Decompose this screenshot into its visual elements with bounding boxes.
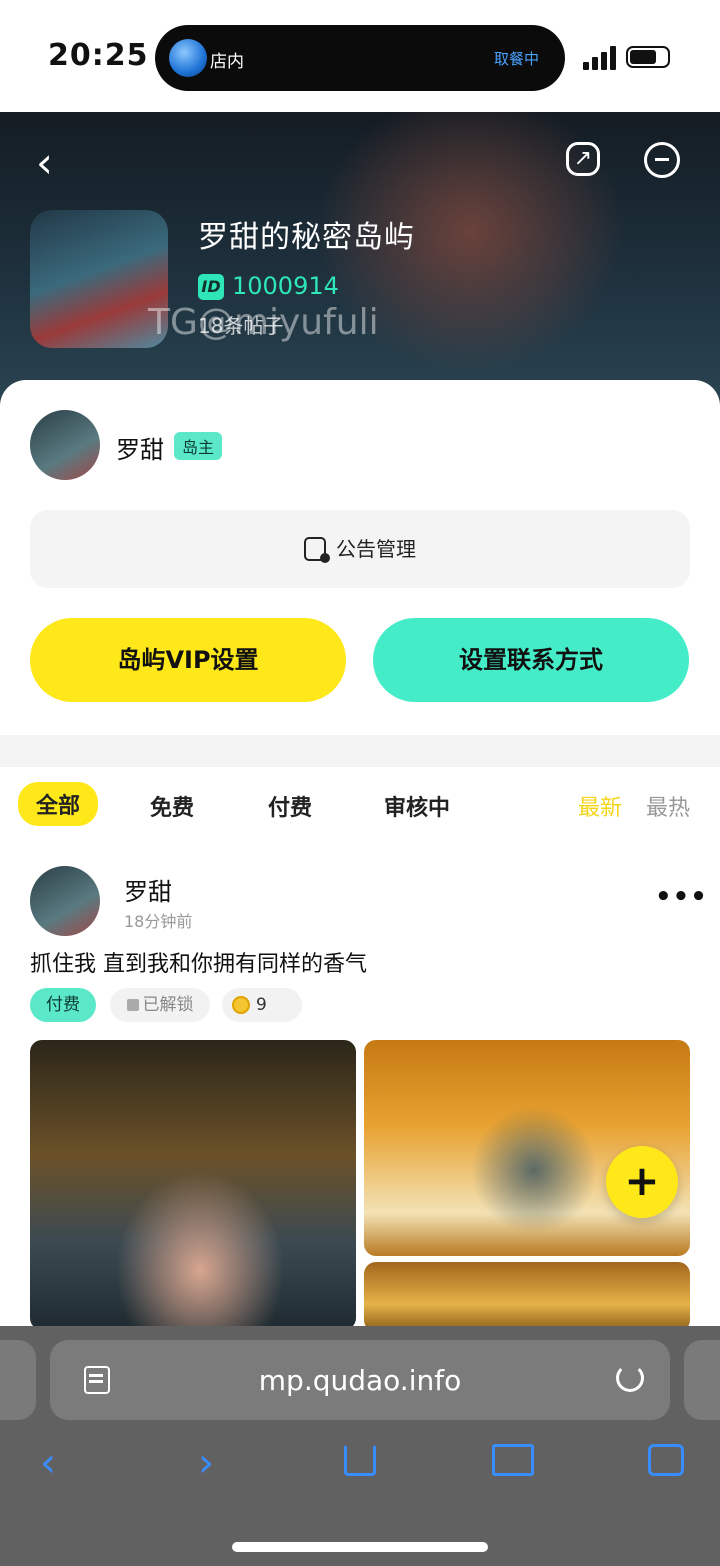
- next-tab-preview[interactable]: [684, 1340, 720, 1420]
- back-icon[interactable]: ‹: [36, 142, 53, 184]
- post-avatar[interactable]: [30, 866, 100, 936]
- notice-label: 公告管理: [336, 537, 416, 561]
- post-author: 罗甜: [124, 878, 172, 906]
- tabs-icon[interactable]: [648, 1444, 684, 1476]
- avatar[interactable]: [30, 410, 100, 480]
- sort-hottest[interactable]: 最热: [646, 790, 690, 822]
- battery-icon: [626, 46, 670, 68]
- owner-card: 罗甜 岛主 公告管理 岛屿VIP设置 设置联系方式: [0, 380, 720, 735]
- notice-icon: [304, 537, 330, 563]
- share-icon[interactable]: ↗: [566, 142, 600, 176]
- tab-free[interactable]: 免费: [150, 790, 194, 822]
- unlocked-tag: 已解锁: [110, 988, 210, 1022]
- notice-management-button[interactable]: 公告管理: [30, 510, 690, 588]
- dynamic-island[interactable]: 店内 取餐中: [155, 25, 565, 91]
- post-time: 18分钟前: [124, 912, 193, 931]
- back-nav-icon[interactable]: ‹: [40, 1440, 56, 1486]
- tab-paid[interactable]: 付费: [268, 790, 312, 822]
- id-value: 1000914: [232, 272, 339, 300]
- watermark: TG@miyufuli: [148, 302, 379, 343]
- status-bar: 20:25 店内 取餐中: [0, 0, 720, 112]
- island-id: ID 1000914: [198, 272, 339, 300]
- address-bar[interactable]: mp.qudao.info: [50, 1340, 670, 1420]
- reload-icon[interactable]: [616, 1364, 644, 1392]
- vip-settings-button[interactable]: 岛屿VIP设置: [30, 618, 346, 702]
- app-icon: [169, 39, 207, 77]
- clock: 20:25: [48, 38, 149, 73]
- tab-reviewing[interactable]: 审核中: [384, 790, 450, 822]
- bookmarks-icon[interactable]: [492, 1444, 534, 1476]
- tab-all[interactable]: 全部: [18, 782, 99, 826]
- more-icon[interactable]: •••: [655, 882, 708, 912]
- post-text: 抓住我 直到我和你拥有同样的香气: [30, 952, 367, 977]
- plus-icon[interactable]: +: [606, 1146, 678, 1218]
- price-tag: 9: [222, 988, 302, 1022]
- paid-tag: 付费: [30, 988, 96, 1022]
- id-badge: ID: [198, 274, 224, 300]
- island-left-text: 店内: [210, 52, 244, 72]
- coin-icon: [232, 996, 250, 1014]
- browser-toolbar: mp.qudao.info ‹ ›: [0, 1326, 720, 1566]
- share-sheet-icon[interactable]: [344, 1444, 376, 1476]
- sort-newest[interactable]: 最新: [578, 790, 622, 822]
- signal-icon: [583, 44, 617, 70]
- lock-icon: [126, 999, 139, 1011]
- exit-icon[interactable]: [644, 142, 680, 178]
- url-text: mp.qudao.info: [258, 1364, 462, 1397]
- island-right-text: 取餐中: [493, 50, 539, 68]
- forward-nav-icon[interactable]: ›: [198, 1440, 214, 1486]
- contact-settings-button[interactable]: 设置联系方式: [373, 618, 689, 702]
- divider: [0, 735, 720, 767]
- previous-tab-preview[interactable]: [0, 1340, 36, 1420]
- island-title: 罗甜的秘密岛屿: [198, 220, 415, 255]
- owner-name: 罗甜: [116, 436, 164, 464]
- home-indicator: [232, 1542, 488, 1552]
- post-photo-3[interactable]: [364, 1262, 690, 1332]
- owner-badge: 岛主: [174, 432, 223, 460]
- coin-value: 9: [256, 995, 267, 1015]
- unlocked-label: 已解锁: [142, 995, 194, 1015]
- post-photo-1[interactable]: [30, 1040, 356, 1330]
